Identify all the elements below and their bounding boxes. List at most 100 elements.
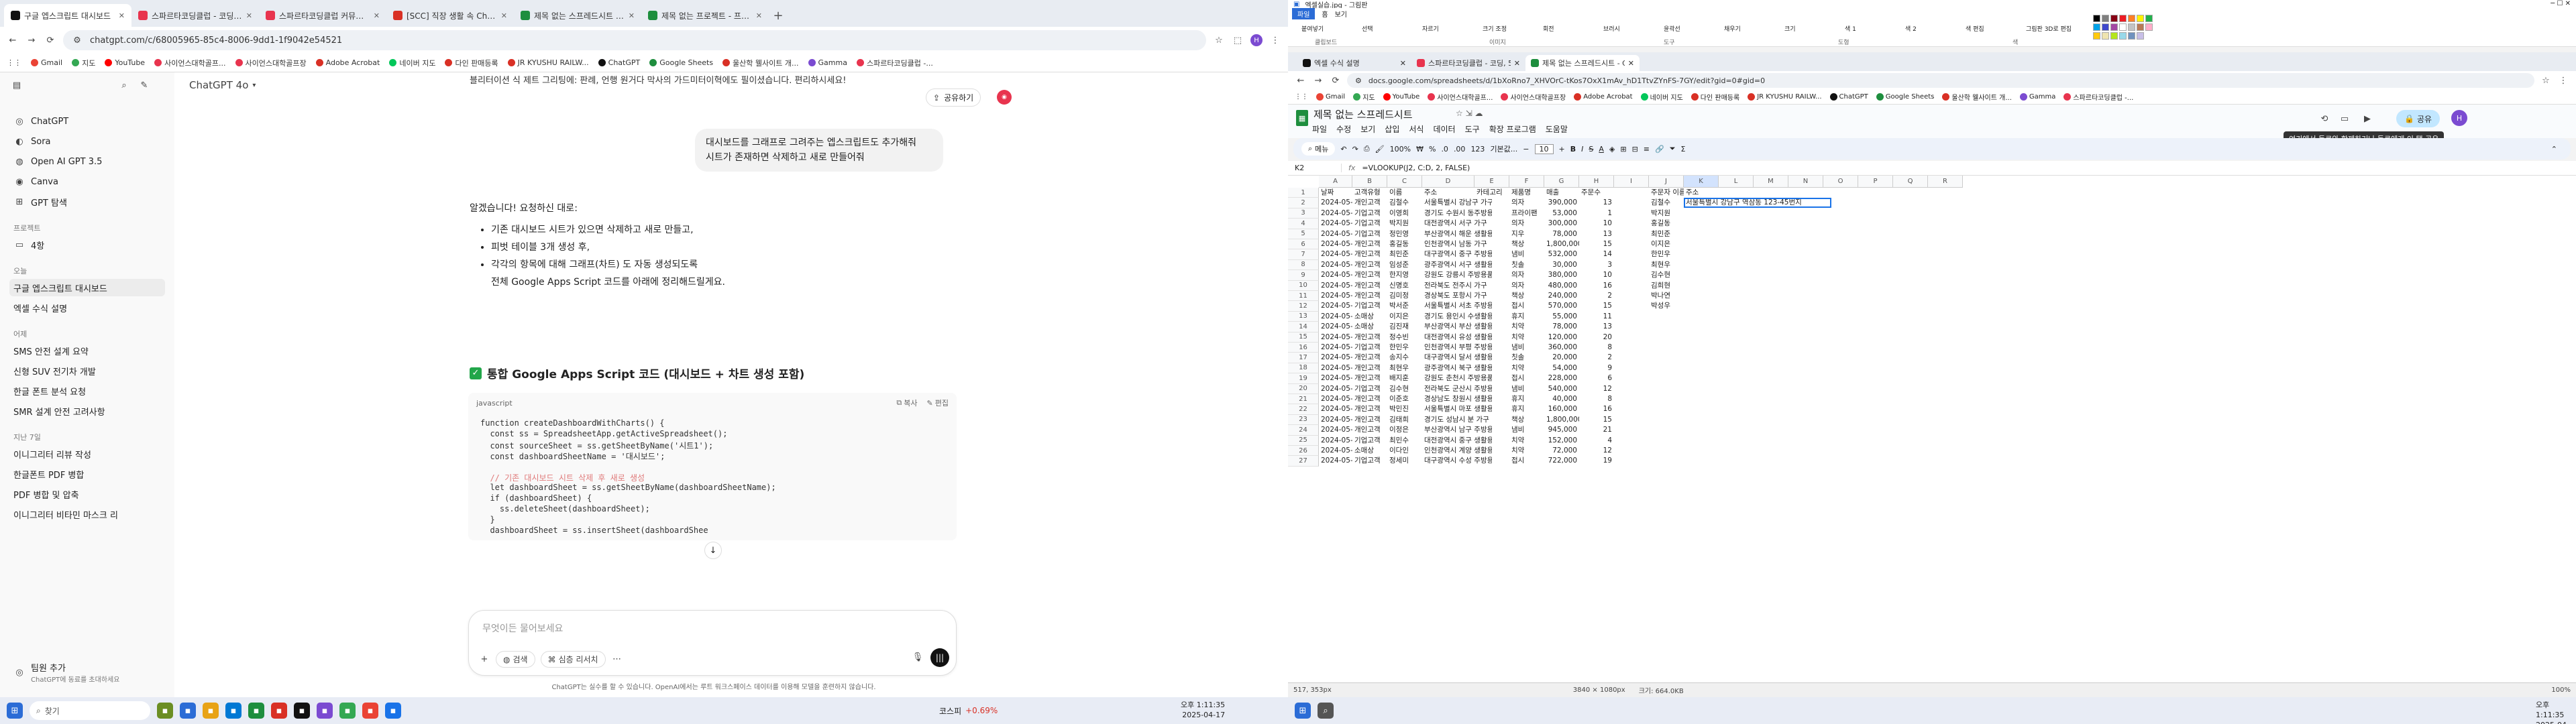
column-header[interactable]: J — [1649, 176, 1684, 188]
sheet-cell[interactable]: 이지은 — [1649, 239, 1684, 249]
sheet-cell[interactable]: 기업고객 — [1352, 219, 1387, 229]
sheet-cell[interactable]: 이영희 — [1387, 208, 1422, 219]
browser-tab[interactable]: 스파르타코딩클럽 - 코딩, 5주 완성 ✕ — [131, 4, 259, 27]
sheet-cell[interactable]: 인천광역시 남동 가구 — [1422, 239, 1492, 249]
sheet-cell[interactable]: 김태희 — [1387, 415, 1422, 425]
sheet-cell[interactable]: 임성준 — [1387, 260, 1422, 270]
sheet-title[interactable]: 제목 없는 스프레드시트 — [1313, 107, 1413, 121]
color-swatch[interactable] — [2093, 15, 2100, 22]
sheet-cell[interactable]: 13 — [1579, 198, 1614, 208]
sheet-cell[interactable]: 신명호 — [1387, 281, 1422, 291]
sheet-cell[interactable]: 160,000 — [1544, 404, 1579, 414]
currency-button[interactable]: ₩ — [1416, 145, 1424, 154]
row-header[interactable]: 5 — [1288, 229, 1319, 239]
ribbon-tool-label[interactable]: 윤곽선 — [1664, 24, 1680, 33]
percent-button[interactable]: % — [1429, 145, 1436, 154]
sheet-cell[interactable]: 13 — [1579, 322, 1614, 332]
color-swatch[interactable] — [2128, 23, 2135, 31]
sheet-cell[interactable]: 날짜 — [1319, 188, 1352, 198]
ribbon-tool-label[interactable]: 색 편집 — [1966, 24, 1984, 33]
taskbar-app-icon[interactable]: ▪ — [225, 703, 241, 719]
sheet-cell[interactable]: 개인고객 — [1352, 281, 1387, 291]
copy-code-button[interactable]: ⧉ 복사 — [896, 398, 917, 408]
name-box[interactable]: K2 — [1288, 164, 1342, 172]
row-header[interactable]: 14 — [1288, 322, 1319, 333]
link-icon[interactable]: 🔗 — [1655, 145, 1664, 154]
forward-icon[interactable]: → — [25, 34, 38, 46]
column-header[interactable]: M — [1754, 176, 1788, 188]
sheet-cell[interactable]: 2024-05-04 — [1319, 446, 1352, 456]
sheet-cell[interactable]: 접시 — [1509, 301, 1544, 311]
row-header[interactable]: 23 — [1288, 414, 1319, 426]
text-color-icon[interactable]: A — [1599, 145, 1604, 154]
sheet-cell[interactable]: 최현우 — [1387, 363, 1422, 373]
collapse-toolbar-icon[interactable]: ⌃ — [2551, 145, 2557, 154]
column-header[interactable]: Q — [1893, 176, 1928, 188]
bookmark[interactable]: Gmail — [1316, 93, 1345, 101]
sheet-cell[interactable]: 휴지 — [1509, 394, 1544, 404]
sheet-cell[interactable]: 서울특별시 서초 주방용품 — [1422, 301, 1492, 311]
sheet-cell[interactable]: 김철수 — [1649, 198, 1684, 208]
sheet-cell[interactable]: 부산광역시 남구 주방용품 — [1422, 425, 1492, 435]
sheet-cell[interactable]: 2024-05-03 — [1319, 404, 1352, 414]
forward-icon[interactable]: → — [1312, 74, 1324, 86]
sheets-menu-item[interactable]: 도구 — [1465, 123, 1480, 135]
sheets-logo-icon[interactable]: ▦ — [1296, 110, 1308, 126]
color-swatch[interactable] — [2137, 32, 2144, 40]
sheet-cell[interactable]: 인천광역시 계양 생활용품 — [1422, 446, 1492, 456]
sheet-cell[interactable]: 정수빈 — [1387, 333, 1422, 343]
sheet-cell[interactable]: 제품명 — [1509, 188, 1544, 198]
sheet-cell[interactable]: 치약 — [1509, 333, 1544, 343]
sheet-cell[interactable]: 2024-05-01 — [1319, 229, 1352, 239]
sheet-cell[interactable]: 매출 — [1544, 188, 1579, 198]
row-header[interactable]: 20 — [1288, 383, 1319, 394]
bookmark[interactable]: 다인 판매등록 — [1690, 92, 1739, 102]
sheet-cell[interactable]: 주문자 이름 — [1649, 188, 1684, 198]
bookmark-star-icon[interactable]: ☆ — [1213, 34, 1225, 46]
taskbar-app-icon[interactable]: ▪ — [362, 703, 378, 719]
merge-icon[interactable]: ⊟ — [1632, 145, 1638, 154]
sheet-cell[interactable]: 대구광역시 달서 생활용품 — [1422, 353, 1492, 363]
bookmark[interactable]: 사이언스대학골프... — [154, 58, 226, 68]
browser-tab[interactable]: 엑셀 수식 설명 ✕ — [1297, 55, 1411, 71]
sheet-cell[interactable]: 2024-05-02 — [1319, 333, 1352, 343]
row-header[interactable]: 3 — [1288, 208, 1319, 219]
sidebar-item[interactable]: 구글 엡스크립트 대시보드 — [9, 279, 165, 296]
color-swatch[interactable] — [2093, 32, 2100, 40]
sheets-menu-item[interactable]: 삽입 — [1385, 123, 1399, 135]
sheet-cell[interactable]: 프라이팬 — [1509, 208, 1544, 219]
sheet-cell[interactable]: 2024-05-02 — [1319, 343, 1352, 353]
sheet-cell[interactable]: 의자 — [1509, 198, 1544, 208]
sheet-cell[interactable]: 55,000 — [1544, 312, 1579, 322]
sheet-cell[interactable]: 54,000 — [1544, 363, 1579, 373]
bookmark[interactable]: Adobe Acrobat — [315, 58, 380, 67]
paint-view-tab[interactable]: 보기 — [1335, 9, 1347, 19]
sheet-cell[interactable]: 540,000 — [1544, 384, 1579, 394]
windows-start-icon[interactable]: ⊞ — [1295, 703, 1311, 719]
ribbon-tool-label[interactable]: 크기 — [1784, 24, 1796, 33]
sheets-menu-item[interactable]: 파일 — [1312, 123, 1327, 135]
close-icon[interactable]: ✕ — [629, 11, 635, 20]
sheet-cell[interactable]: 주소 — [1422, 188, 1474, 198]
sheet-cell[interactable]: 1 — [1579, 208, 1614, 219]
sheet-cell[interactable]: 40,000 — [1544, 394, 1579, 404]
clock-left[interactable]: 오후 1:11:35 2025-04-17 — [1181, 700, 1225, 720]
ribbon-tool-label[interactable]: 붙여넣기 — [1301, 24, 1324, 33]
row-header[interactable]: 7 — [1288, 249, 1319, 260]
column-header[interactable]: C — [1387, 176, 1422, 188]
sheets-menu-item[interactable]: 보기 — [1360, 123, 1375, 135]
windows-start-icon[interactable]: ⊞ — [7, 703, 23, 719]
sheet-cell[interactable]: 개인고객 — [1352, 373, 1387, 383]
extensions-icon[interactable]: ⬚ — [1232, 34, 1244, 46]
sheet-cell[interactable]: 570,000 — [1544, 301, 1579, 311]
zoom-select[interactable]: 100% — [1390, 145, 1411, 154]
ribbon-tool-label[interactable]: 회전 — [1543, 24, 1554, 33]
taskbar-app-icon[interactable]: ▪ — [294, 703, 310, 719]
sheet-cell[interactable]: 개인고객 — [1352, 239, 1387, 249]
sheet-cell[interactable]: 김수현 — [1649, 270, 1684, 280]
sheet-cell[interactable]: 8 — [1579, 343, 1614, 353]
sheet-cell[interactable]: 홍길동 — [1649, 219, 1684, 229]
sheet-cell[interactable]: 30,000 — [1544, 260, 1579, 270]
taskbar-app-icon[interactable]: ▪ — [317, 703, 333, 719]
sheet-cell[interactable]: 228,000 — [1544, 373, 1579, 383]
